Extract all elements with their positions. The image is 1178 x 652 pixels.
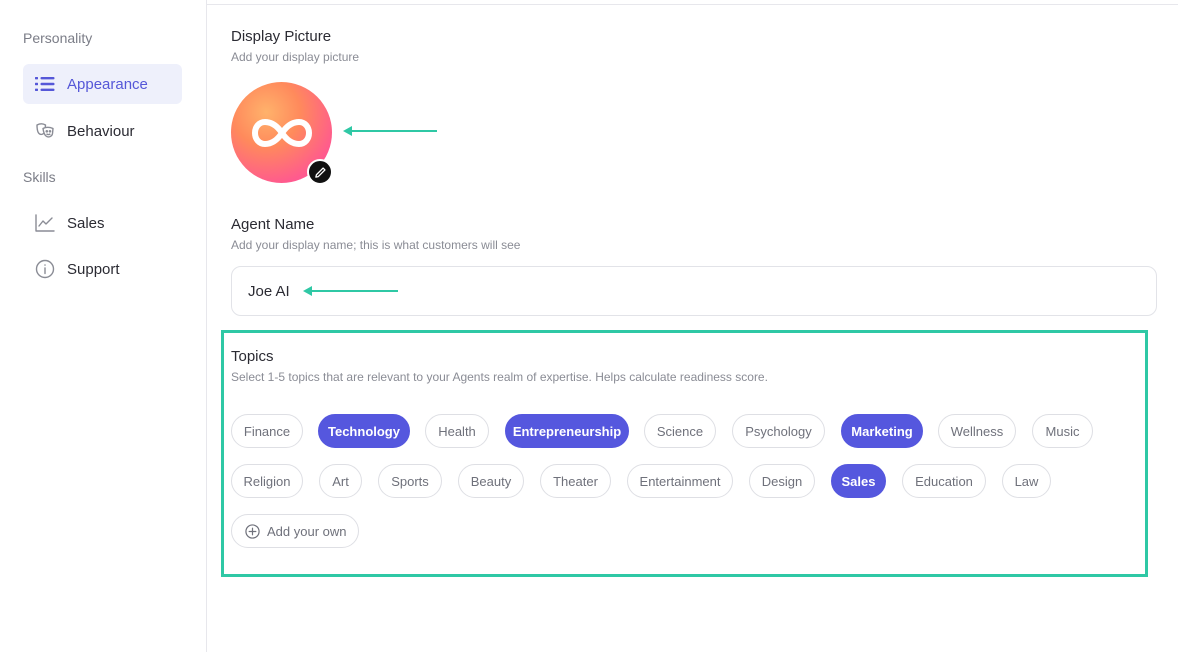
sidebar-item-behaviour[interactable]: Behaviour xyxy=(23,111,182,151)
display-picture-subtitle: Add your display picture xyxy=(231,50,360,64)
topic-chip-entertainment[interactable]: Entertainment xyxy=(627,464,733,498)
sidebar-item-support[interactable]: Support xyxy=(23,249,182,289)
topic-chip-music[interactable]: Music xyxy=(1032,414,1093,448)
add-topic-label: Add your own xyxy=(267,523,347,539)
sidebar-item-label: Appearance xyxy=(67,75,148,93)
infinity-logo-icon xyxy=(251,118,312,147)
topic-chip-health[interactable]: Health xyxy=(425,414,489,448)
list-icon xyxy=(35,74,55,94)
topic-chip-entrepreneurship[interactable]: Entrepreneurship xyxy=(505,414,629,448)
topic-chip-religion[interactable]: Religion xyxy=(231,464,303,498)
topic-chip-theater[interactable]: Theater xyxy=(540,464,611,498)
topic-chip-sales[interactable]: Sales xyxy=(831,464,886,498)
pencil-icon xyxy=(314,166,326,178)
sidebar-item-label: Support xyxy=(67,260,120,278)
info-icon xyxy=(35,259,55,279)
section-label-skills: Skills xyxy=(23,169,56,185)
topic-chip-marketing[interactable]: Marketing xyxy=(841,414,923,448)
topic-chip-law[interactable]: Law xyxy=(1002,464,1051,498)
chart-line-icon xyxy=(35,213,55,233)
sidebar-item-label: Behaviour xyxy=(67,122,135,140)
edit-avatar-button[interactable] xyxy=(307,159,333,185)
topic-chip-sports[interactable]: Sports xyxy=(378,464,442,498)
topics-title: Topics xyxy=(231,348,274,365)
topic-chip-finance[interactable]: Finance xyxy=(231,414,303,448)
display-picture-title: Display Picture xyxy=(231,28,332,45)
topic-chip-beauty[interactable]: Beauty xyxy=(458,464,524,498)
sidebar-item-label: Sales xyxy=(67,214,105,232)
agent-name-title: Agent Name xyxy=(231,216,315,233)
topic-chip-art[interactable]: Art xyxy=(319,464,362,498)
top-border xyxy=(207,0,1178,5)
annotation-highlight-box xyxy=(221,330,1148,577)
topic-chip-wellness[interactable]: Wellness xyxy=(938,414,1016,448)
topic-chip-technology[interactable]: Technology xyxy=(318,414,410,448)
sidebar: Personality Appearance Behaviour Skills … xyxy=(0,0,207,652)
topic-chip-education[interactable]: Education xyxy=(902,464,986,498)
topic-chip-science[interactable]: Science xyxy=(644,414,716,448)
masks-icon xyxy=(35,121,55,141)
section-label-personality: Personality xyxy=(23,30,93,46)
sidebar-item-sales[interactable]: Sales xyxy=(23,203,182,243)
topics-subtitle: Select 1-5 topics that are relevant to y… xyxy=(231,370,768,384)
agent-name-value: Joe AI xyxy=(248,282,290,300)
agent-name-subtitle: Add your display name; this is what cust… xyxy=(231,238,521,252)
add-topic-button[interactable]: Add your own xyxy=(231,514,359,548)
sidebar-item-appearance[interactable]: Appearance xyxy=(23,64,182,104)
annotation-arrow xyxy=(303,286,398,296)
topic-chip-design[interactable]: Design xyxy=(749,464,815,498)
plus-circle-icon xyxy=(245,523,260,539)
annotation-arrow xyxy=(343,126,437,136)
topic-chip-psychology[interactable]: Psychology xyxy=(732,414,825,448)
